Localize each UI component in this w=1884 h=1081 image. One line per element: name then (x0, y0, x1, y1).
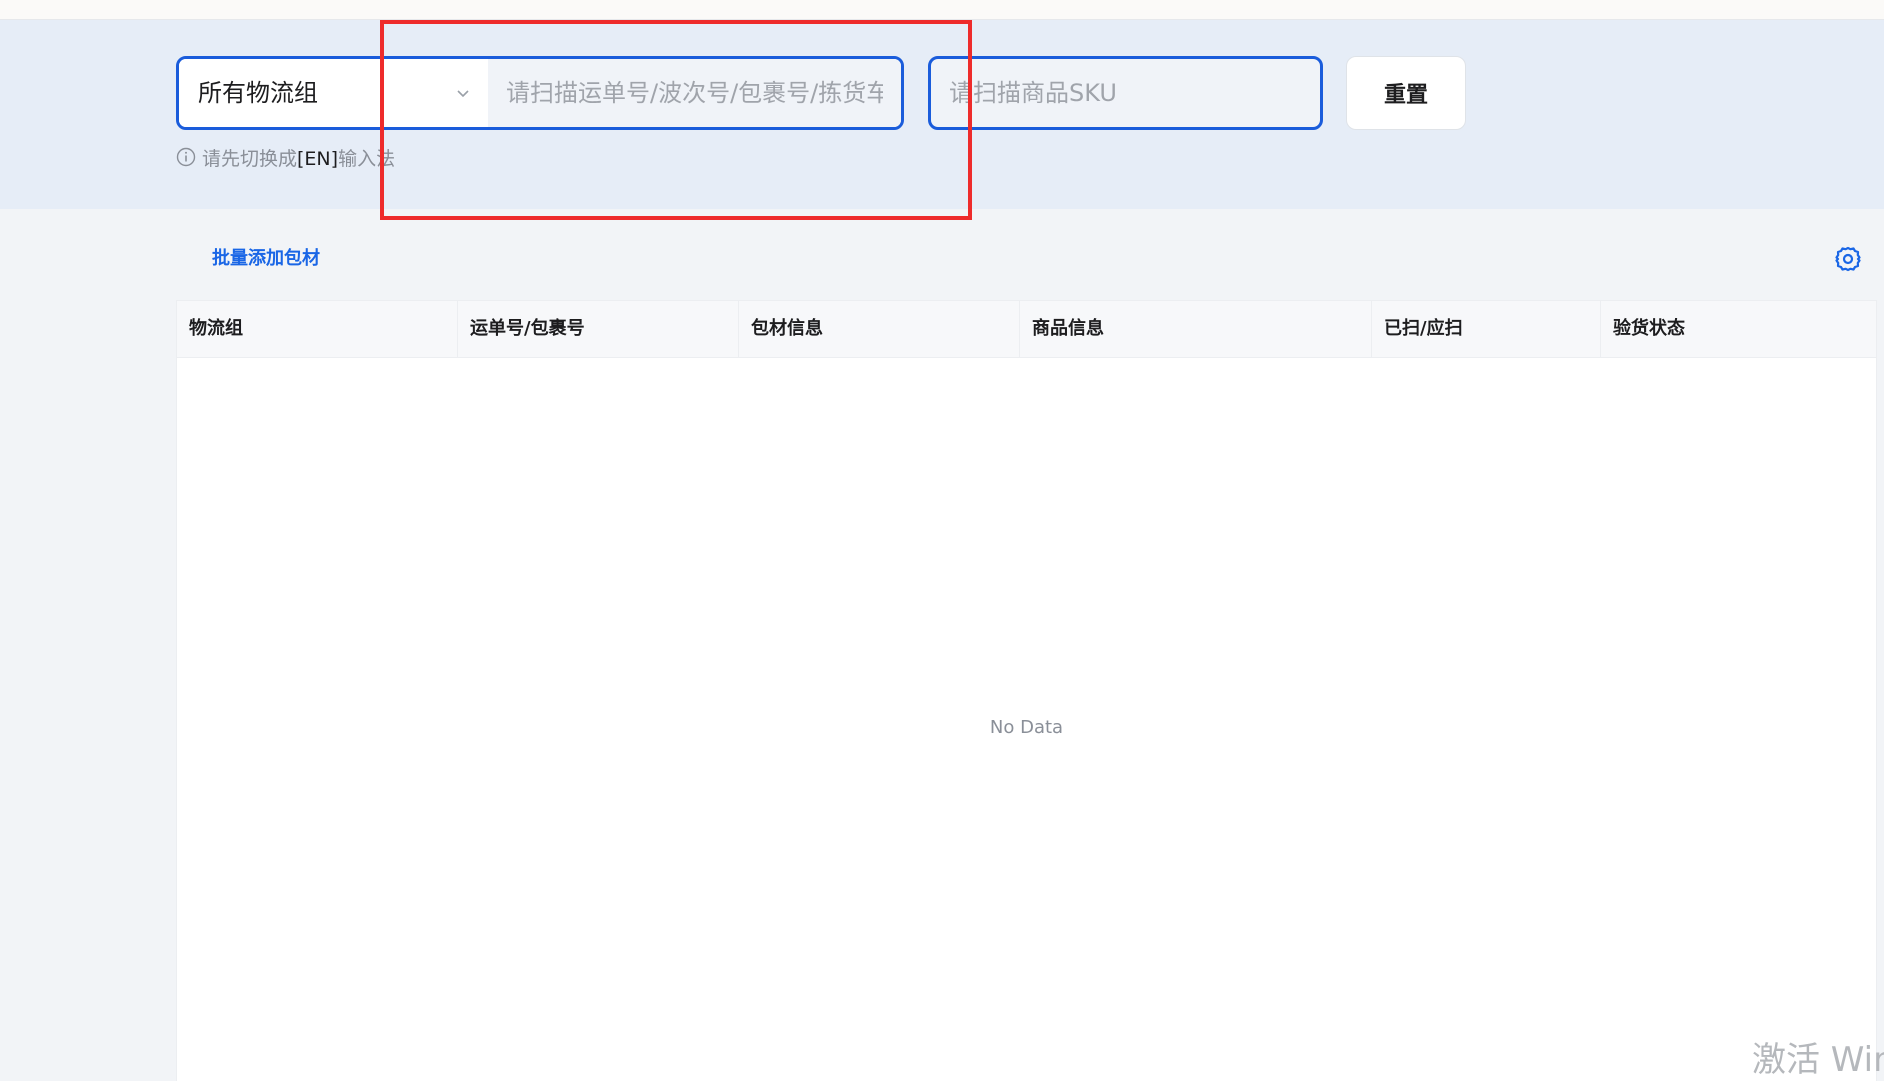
column-header-waybill: 运单号/包裹号 (458, 301, 739, 357)
empty-state-text: No Data (989, 717, 1064, 738)
hint-suffix: 输入法 (338, 147, 396, 170)
gear-icon[interactable] (1834, 245, 1862, 273)
info-icon (176, 147, 196, 167)
packaging-table: 物流组 运单号/包裹号 包材信息 商品信息 已扫/应扫 验货状态 No Data (176, 300, 1877, 1081)
column-header-packaging-info: 包材信息 (739, 301, 1020, 357)
input-method-hint: 请先切换成[EN]输入法 (176, 145, 396, 170)
chevron-down-icon (457, 90, 469, 98)
logistics-group-select-value: 所有物流组 (198, 79, 318, 107)
column-header-logistics-group: 物流组 (177, 301, 458, 357)
hint-prefix: 请先切换成 (202, 147, 298, 170)
top-strip (0, 0, 1884, 20)
activation-watermark: 激活 Wind (1752, 1040, 1884, 1080)
table-header: 物流组 运单号/包裹号 包材信息 商品信息 已扫/应扫 验货状态 (177, 301, 1876, 358)
sku-scan-input[interactable] (928, 56, 1323, 130)
hint-em: [EN] (297, 147, 339, 170)
scan-combo: 所有物流组 (176, 56, 904, 130)
batch-add-packaging-link[interactable]: 批量添加包材 (212, 244, 320, 270)
column-header-inspection-status: 验货状态 (1613, 318, 1685, 339)
logistics-group-select[interactable]: 所有物流组 (179, 59, 488, 127)
column-header-product-info: 商品信息 (1020, 301, 1372, 357)
reset-button[interactable]: 重置 (1346, 56, 1466, 130)
column-header-scanned-count: 已扫/应扫 (1372, 301, 1601, 357)
waybill-scan-input[interactable] (488, 59, 901, 127)
